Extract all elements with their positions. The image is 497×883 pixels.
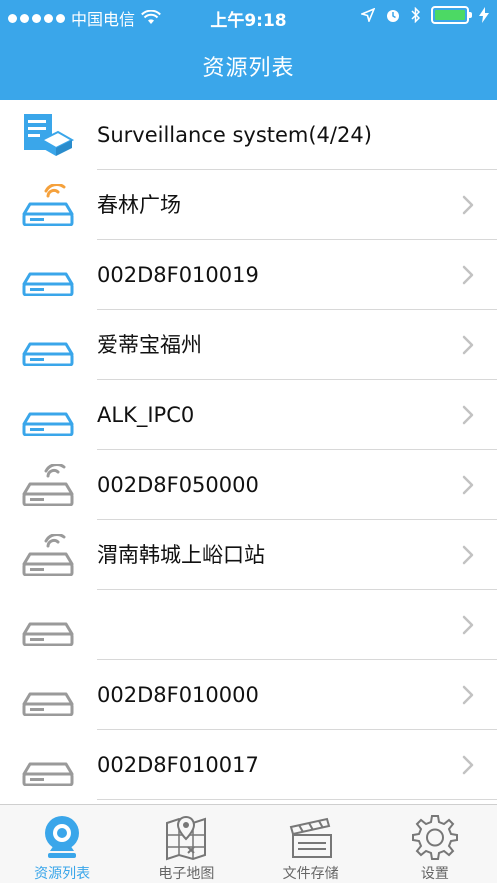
device-label: 002D8F010017 bbox=[97, 753, 259, 777]
group-label: Surveillance system(4/24) bbox=[97, 123, 372, 147]
bluetooth-icon bbox=[411, 7, 421, 23]
clapperboard-icon bbox=[289, 817, 332, 858]
chevron-right-icon bbox=[462, 195, 474, 215]
tab-label: 设置 bbox=[420, 866, 449, 882]
device-label: 春林广场 bbox=[97, 193, 181, 217]
chevron-right-icon bbox=[462, 475, 474, 495]
tab-resource-list[interactable]: 资源列表 bbox=[0, 805, 124, 883]
header: 中国电信 上午9:18 资源列表 bbox=[0, 0, 497, 100]
offline-device-icon bbox=[22, 534, 74, 576]
list-item[interactable]: ALK_IPC0 bbox=[0, 380, 497, 450]
list-item[interactable]: 002D8F050000 bbox=[0, 450, 497, 520]
list-item[interactable]: 002D8F010017 bbox=[0, 730, 497, 800]
offline-device-icon bbox=[22, 762, 74, 786]
device-label: 渭南韩城上峪口站 bbox=[97, 543, 265, 567]
offline-device-icon bbox=[22, 622, 74, 646]
offline-device-icon bbox=[22, 692, 74, 716]
tab-label: 文件存储 bbox=[282, 866, 339, 882]
online-device-icon bbox=[22, 184, 74, 226]
chevron-right-icon bbox=[462, 545, 474, 565]
device-label: ALK_IPC0 bbox=[97, 403, 195, 427]
offline-device-icon bbox=[22, 464, 74, 506]
chevron-right-icon bbox=[462, 265, 474, 285]
charging-bolt-icon bbox=[479, 7, 489, 23]
status-right bbox=[361, 6, 489, 24]
list-item[interactable]: 渭南韩城上峪口站 bbox=[0, 520, 497, 590]
location-arrow-icon bbox=[361, 8, 375, 22]
device-label: 002D8F010019 bbox=[97, 263, 259, 287]
battery-icon bbox=[431, 6, 472, 24]
device-label: 002D8F050000 bbox=[97, 473, 259, 497]
list-item[interactable] bbox=[0, 590, 497, 660]
online-device-icon bbox=[22, 412, 74, 436]
resource-list[interactable]: Surveillance system(4/24) 春林广场 002D8F0100… bbox=[0, 100, 497, 804]
tab-label: 资源列表 bbox=[34, 866, 91, 882]
device-label: 002D8F010000 bbox=[97, 683, 259, 707]
list-item[interactable]: 002D8F010000 bbox=[0, 660, 497, 730]
list-item[interactable]: 春林广场 bbox=[0, 170, 497, 240]
online-device-icon bbox=[22, 342, 74, 366]
device-label: 爱蒂宝福州 bbox=[97, 333, 202, 357]
chevron-right-icon bbox=[462, 615, 474, 635]
online-device-icon bbox=[22, 272, 74, 296]
list-item[interactable]: 爱蒂宝福州 bbox=[0, 310, 497, 380]
status-bar: 中国电信 上午9:18 bbox=[0, 0, 497, 32]
page-title: 资源列表 bbox=[202, 56, 295, 81]
chevron-right-icon bbox=[462, 405, 474, 425]
gear-icon bbox=[411, 815, 458, 860]
tab-file-storage[interactable]: 文件存储 bbox=[249, 805, 373, 883]
tab-bar: 资源列表 电子地图 文件存储 设置 bbox=[0, 804, 497, 883]
chevron-right-icon bbox=[462, 755, 474, 775]
server-group-icon bbox=[24, 114, 74, 156]
list-item[interactable]: 002D8F010019 bbox=[0, 240, 497, 310]
map-icon bbox=[166, 815, 207, 861]
tab-settings[interactable]: 设置 bbox=[373, 805, 497, 883]
tab-map[interactable]: 电子地图 bbox=[124, 805, 248, 883]
chevron-right-icon bbox=[462, 335, 474, 355]
camera-icon bbox=[45, 816, 80, 858]
tab-label: 电子地图 bbox=[158, 866, 215, 882]
alarm-clock-icon bbox=[387, 10, 399, 22]
chevron-right-icon bbox=[462, 685, 474, 705]
group-row-surveillance-system[interactable]: Surveillance system(4/24) bbox=[0, 100, 497, 170]
